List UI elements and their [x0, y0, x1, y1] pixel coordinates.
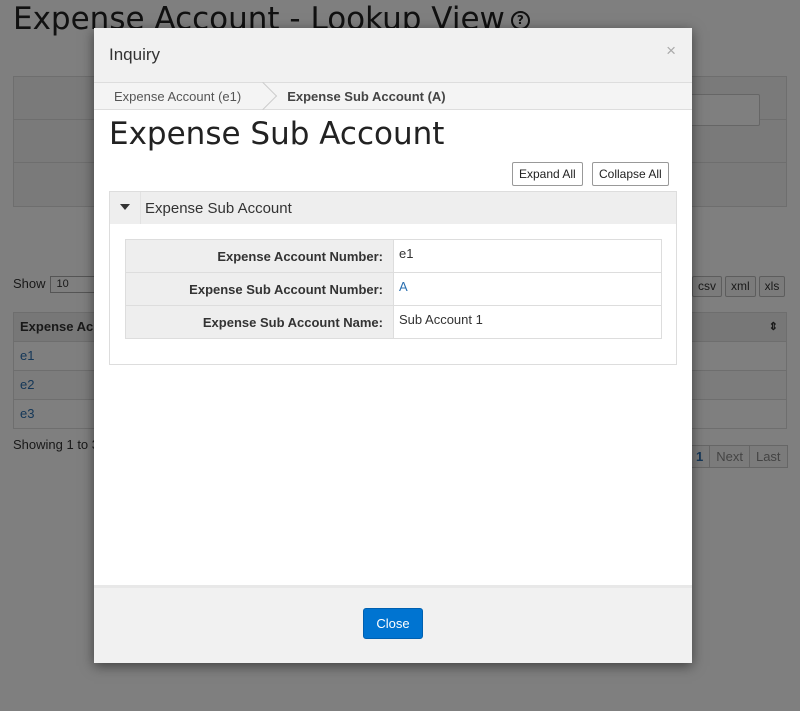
section-toggle[interactable] — [110, 192, 141, 224]
close-button[interactable]: Close — [363, 608, 423, 639]
field-row: Expense Account Number: e1 — [125, 239, 662, 273]
field-label: Expense Account Number: — [125, 239, 394, 273]
field-row: Expense Sub Account Number: A — [125, 272, 662, 306]
field-label: Expense Sub Account Number: — [125, 272, 394, 306]
expense-sub-account-section: Expense Sub Account Expense Account Numb… — [109, 191, 677, 365]
breadcrumb-expense-account[interactable]: Expense Account (e1) — [94, 83, 241, 110]
breadcrumb-separator-icon — [259, 83, 273, 110]
modal-footer: Close — [94, 585, 692, 663]
section-header[interactable]: Expense Sub Account — [110, 192, 676, 224]
breadcrumb: Expense Account (e1) Expense Sub Account… — [94, 83, 692, 110]
field-label: Expense Sub Account Name: — [125, 305, 394, 339]
section-title: Expense Sub Account — [145, 200, 292, 217]
breadcrumb-current: Expense Sub Account (A) — [287, 88, 446, 104]
expand-all-button[interactable]: Expand All — [512, 162, 583, 186]
modal-title: Inquiry — [109, 45, 161, 64]
field-row: Expense Sub Account Name: Sub Account 1 — [125, 305, 662, 339]
collapse-all-button[interactable]: Collapse All — [592, 162, 669, 186]
field-table: Expense Account Number: e1 Expense Sub A… — [125, 239, 662, 339]
caret-down-icon — [120, 204, 130, 210]
close-icon[interactable]: × — [666, 41, 676, 61]
field-value: e1 — [393, 239, 662, 273]
modal-header: Inquiry × — [94, 28, 692, 83]
modal-body: Expense Sub Account Expand All Collapse … — [94, 110, 692, 585]
sub-account-number-link[interactable]: A — [399, 279, 408, 294]
page-title: Expense Sub Account — [109, 116, 445, 152]
inquiry-modal: Inquiry × Expense Account (e1) Expense S… — [94, 28, 692, 663]
field-value: A — [393, 272, 662, 306]
field-value: Sub Account 1 — [393, 305, 662, 339]
